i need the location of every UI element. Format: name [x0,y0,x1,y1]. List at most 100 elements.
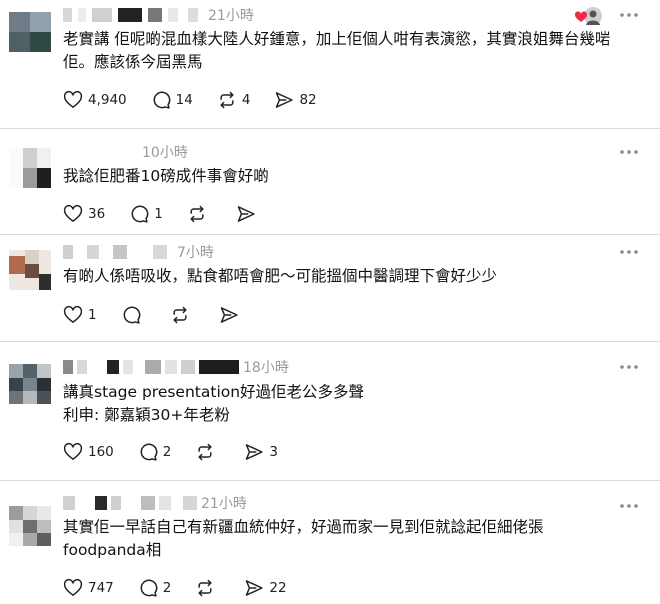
reply-count: 14 [175,92,193,108]
username-redacted[interactable] [63,360,73,374]
more-options-button[interactable] [618,5,640,25]
more-dots-icon [620,365,638,369]
heart-icon [63,578,83,596]
more-dots-icon [620,504,638,508]
divider [0,480,660,481]
send-icon [237,206,255,222]
timestamp: 21小時 [208,8,254,24]
username-redacted[interactable] [63,8,72,22]
comment-line: 我諗佢肥番10磅成件事會好啲 [63,167,269,185]
send-icon [246,580,264,596]
like-count: 1 [88,307,97,323]
reply-button[interactable]: 2 [138,440,172,464]
repost-arrows-icon [198,579,212,597]
author-row: 21小時 [63,5,254,25]
repost-button[interactable] [187,202,212,226]
timestamp: 18小時 [243,360,289,376]
repost-arrows-icon [190,205,204,223]
share-count: 22 [269,580,287,596]
action-bar: 1 [63,303,268,327]
share-button[interactable] [236,202,261,226]
share-button[interactable]: 22 [244,576,287,600]
liked-by-author-avatar-icon [574,5,604,27]
comment-text: 我諗佢肥番10磅成件事會好啲 [63,165,269,188]
avatar[interactable] [9,12,51,52]
share-button[interactable]: 3 [244,440,278,464]
repost-arrows-icon [220,91,234,109]
timestamp: 21小時 [201,496,247,512]
heart-icon [63,90,83,108]
username-redacted[interactable] [63,245,73,259]
avatar[interactable] [9,148,51,188]
comment-feed: 21小時 老實講 佢呢啲混血樣大陸人好鍾意，加上佢個人咁有表演慾，其實浪姐舞台幾… [0,0,660,604]
action-bar: 160 2 3 [63,440,302,464]
share-count: 3 [269,444,278,460]
comment-text: 講真stage presentation好過佢老公多多聲 利申: 鄭嘉穎30+年… [63,381,364,427]
heart-icon [63,204,83,222]
like-count: 160 [88,444,114,460]
share-button[interactable] [219,303,244,327]
repost-arrows-icon [198,443,212,461]
more-options-button[interactable] [618,142,640,162]
repost-count: 4 [241,92,251,108]
action-bar: 4,940 14 4 82 [63,88,341,112]
heart-icon [63,442,83,460]
reply-count: 2 [162,444,172,460]
like-button[interactable]: 1 [63,303,97,327]
like-count: 747 [88,580,114,596]
avatar[interactable] [9,250,51,290]
speech-bubble-icon [153,91,171,109]
comment-line: 老實講 佢呢啲混血樣大陸人好鍾意，加上佢個人咁有表演慾，其實浪姐舞台幾啱 [63,30,611,48]
comment-text: 其實佢一早話自己有新疆血統仲好，好過而家一見到佢就諗起佢細佬張 foodpand… [63,516,544,562]
like-button[interactable]: 4,940 [63,88,127,112]
like-count: 4,940 [88,92,127,108]
comment-text: 有啲人係唔吸收，點食都唔會肥～可能搵個中醫調理下會好少少 [63,265,497,288]
speech-bubble-icon [140,443,158,461]
avatar[interactable] [9,364,51,404]
reply-count: 2 [162,580,172,596]
repost-button[interactable] [170,303,195,327]
share-button[interactable]: 82 [274,88,317,112]
comment-line: 有啲人係唔吸收，點食都唔會肥～可能搵個中醫調理下會好少少 [63,267,498,285]
like-button[interactable]: 36 [63,202,105,226]
author-row: 10小時 [138,142,188,162]
share-count: 82 [299,92,317,108]
repost-button[interactable] [195,576,220,600]
reply-button[interactable] [121,303,146,327]
divider [0,234,660,235]
like-button[interactable]: 747 [63,576,114,600]
speech-bubble-icon [131,205,149,223]
comment-line: 其實佢一早話自己有新疆血統仲好，好過而家一見到佢就諗起佢細佬張 [63,518,544,536]
more-dots-icon [620,250,638,254]
more-options-button[interactable] [618,496,640,516]
comment-line: foodpanda相 [63,541,162,559]
repost-arrows-icon [173,306,187,324]
author-row: 18小時 [63,357,289,377]
more-dots-icon [620,13,638,17]
action-bar: 747 2 22 [63,576,311,600]
comment-line: 佢。應該係今屆黑馬 [63,53,203,71]
action-bar: 36 1 [63,202,285,226]
reply-button[interactable]: 2 [138,576,172,600]
comment-line: 利申: 鄭嘉穎30+年老粉 [63,406,230,424]
reply-button[interactable]: 14 [151,88,193,112]
heart-icon [63,305,83,323]
divider [0,128,660,129]
send-icon [220,307,238,323]
author-row: 21小時 [63,493,247,513]
username-redacted[interactable] [63,496,75,510]
speech-bubble-icon [140,579,158,597]
more-options-button[interactable] [618,242,640,262]
more-dots-icon [620,150,638,154]
divider [0,341,660,342]
repost-button[interactable] [195,440,220,464]
send-icon [276,92,294,108]
repost-button[interactable]: 4 [217,88,251,112]
like-button[interactable]: 160 [63,440,114,464]
more-options-button[interactable] [618,357,640,377]
speech-bubble-icon [123,306,140,324]
send-icon [246,444,264,460]
avatar[interactable] [9,506,51,546]
reply-button[interactable]: 1 [129,202,163,226]
reply-count: 1 [154,206,163,222]
